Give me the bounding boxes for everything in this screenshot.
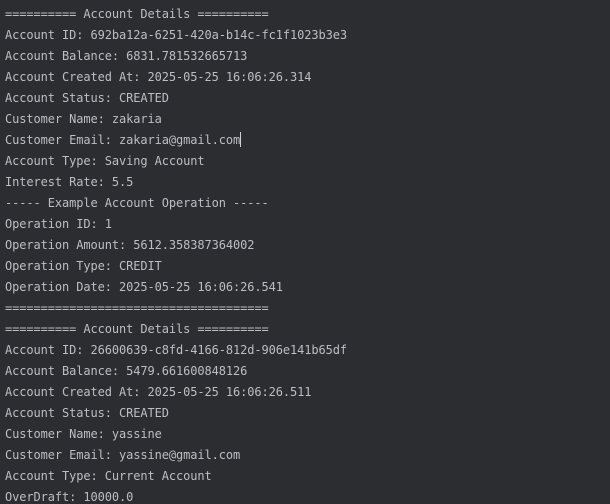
account-balance-line: Account Balance: 6831.781532665713 [5,49,248,63]
separator-header: ========== Account Details ========== [5,322,269,336]
separator-footer: ===================================== [5,301,269,315]
account-status-line: Account Status: CREATED [5,406,169,420]
interest-rate-line: Interest Rate: 5.5 [5,175,134,189]
account-type-line: Account Type: Current Account [5,469,212,483]
operation-id-line: Operation ID: 1 [5,217,112,231]
account-type-line: Account Type: Saving Account [5,154,205,168]
account-status-line: Account Status: CREATED [5,91,169,105]
operation-type-line: Operation Type: CREDIT [5,259,162,273]
operation-date-line: Operation Date: 2025-05-25 16:06:26.541 [5,280,283,294]
text-caret [240,132,242,147]
console-output[interactable]: ========== Account Details ========== Ac… [0,0,610,504]
account-created-line: Account Created At: 2025-05-25 16:06:26.… [5,70,312,84]
operation-amount-line: Operation Amount: 5612.358387364002 [5,238,255,252]
separator-header: ========== Account Details ========== [5,7,269,21]
customer-name-line: Customer Name: zakaria [5,112,162,126]
customer-email-line-with-caret: Customer Email: zakaria@gmail.com [0,130,610,151]
customer-name-line: Customer Name: yassine [5,427,162,441]
customer-email-line: Customer Email: yassine@gmail.com [5,448,241,462]
account-id-line: Account ID: 692ba12a-6251-420a-b14c-fc1f… [5,28,347,42]
overdraft-line: OverDraft: 10000.0 [5,490,134,504]
account-balance-line: Account Balance: 5479.661600848126 [5,364,248,378]
account-id-line: Account ID: 26600639-c8fd-4166-812d-906e… [5,343,347,357]
customer-email-line: Customer Email: zakaria@gmail.com [5,133,241,147]
operation-section-header: ----- Example Account Operation ----- [5,196,269,210]
account-created-line: Account Created At: 2025-05-25 16:06:26.… [5,385,312,399]
